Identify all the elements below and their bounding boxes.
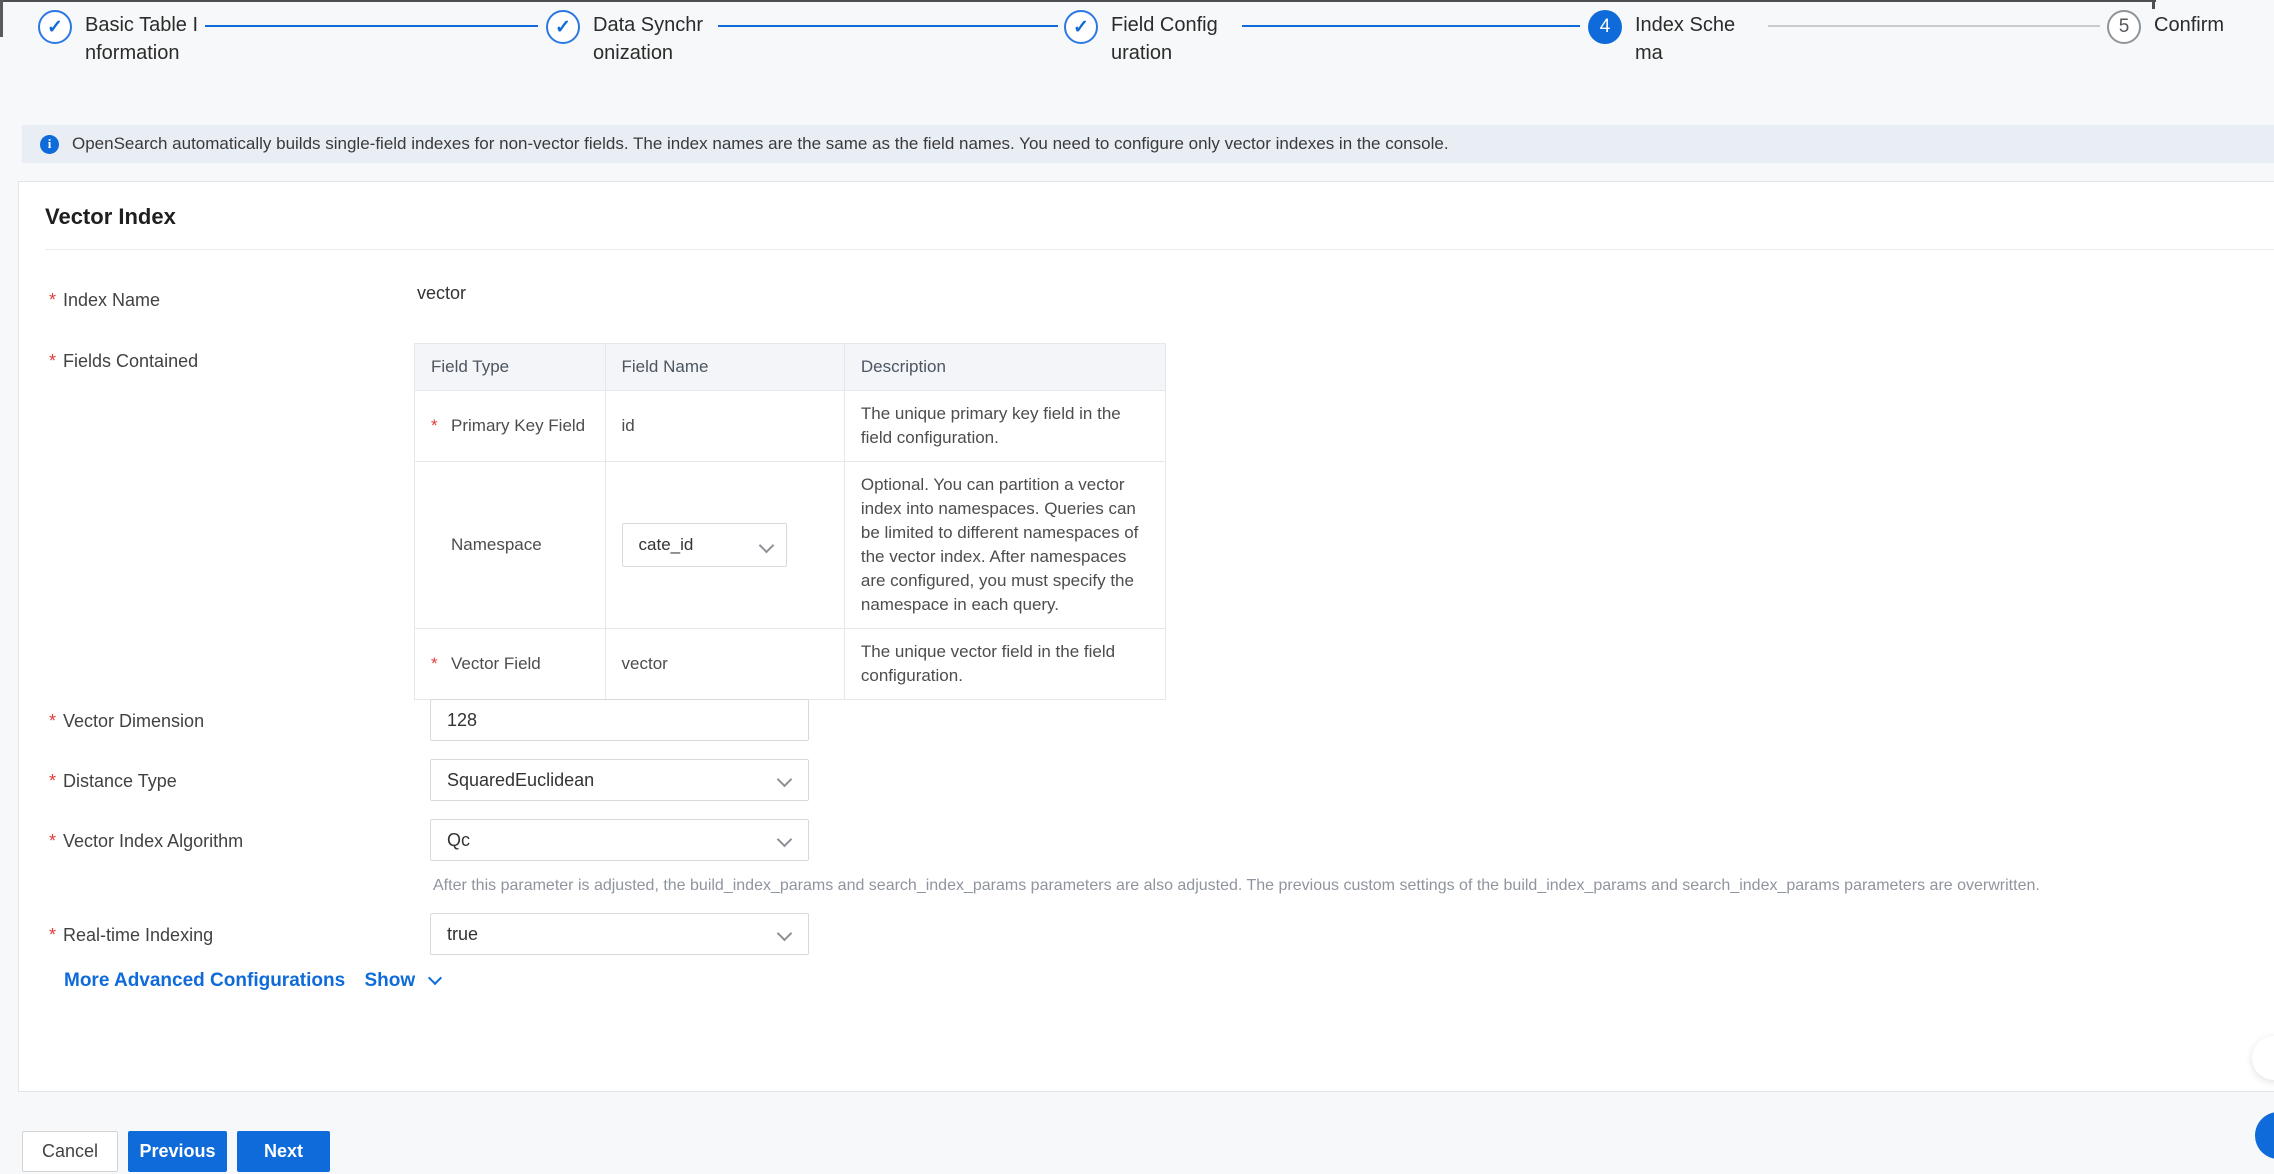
step-2-label: Data Synchronization — [593, 14, 704, 64]
col-header-field-name: Field Name — [604, 344, 844, 390]
previous-button[interactable]: Previous — [128, 1131, 227, 1172]
vector-index-algorithm-label: * Vector Index Algorithm — [49, 831, 244, 851]
description-cell: Optional. You can partition a vector ind… — [843, 462, 1165, 628]
namespace-select-value: cate_id — [638, 535, 694, 554]
step-1-label: Basic Table Information — [85, 14, 199, 64]
table-row-namespace: Namespace cate_id Optional. You can part… — [415, 461, 1165, 628]
vector-index-algorithm-value: Qc — [447, 829, 471, 850]
field-type-cell: * Vector Field — [431, 654, 541, 673]
realtime-indexing-select[interactable]: true — [430, 913, 809, 955]
distance-type-select[interactable]: SquaredEuclidean — [430, 759, 809, 801]
info-banner: i OpenSearch automatically builds single… — [22, 125, 2274, 163]
vector-index-algorithm-select[interactable]: Qc — [430, 819, 809, 861]
vector-index-panel: Vector Index * Index Name vector * Fields … — [18, 181, 2274, 1092]
realtime-indexing-value: true — [447, 923, 479, 944]
chevron-down-icon — [776, 925, 793, 942]
chevron-down-icon — [758, 537, 774, 554]
step-connector — [205, 25, 538, 27]
distance-type-value: SquaredEuclidean — [447, 769, 595, 790]
vector-dimension-label: * Vector Dimension — [49, 711, 205, 731]
chevron-down-icon — [428, 970, 443, 986]
field-name-cell: cate_id — [604, 462, 844, 628]
chevron-down-icon — [776, 831, 793, 848]
page: ✓ Basic Table Information ✓ Data Synchro… — [0, 0, 2274, 1174]
field-type-cell: Namespace — [451, 535, 542, 554]
vector-dimension-input[interactable] — [430, 699, 809, 741]
required-marker: * — [49, 351, 57, 371]
next-button[interactable]: Next — [237, 1131, 330, 1172]
step-1-circle: ✓ — [38, 10, 72, 44]
step-5-number: 5 — [2118, 16, 2130, 37]
table-row-vector-field: * Vector Field vector The unique vector … — [415, 628, 1165, 699]
divider — [45, 249, 2274, 250]
step-connector — [718, 25, 1058, 27]
step-connector — [1242, 25, 1580, 27]
fields-contained-label: * Fields Contained — [49, 351, 199, 371]
panel-title: Vector Index — [45, 204, 176, 229]
help-floating-button[interactable] — [2255, 1112, 2274, 1159]
fields-table: Field Type Field Name Description * Prim… — [414, 343, 1166, 700]
step-4-circle: 4 — [1588, 10, 1622, 44]
description-cell: The unique vector field in the field con… — [843, 629, 1165, 699]
namespace-select[interactable]: cate_id — [621, 523, 787, 567]
info-banner-text: OpenSearch automatically builds single-f… — [72, 134, 1449, 153]
table-row-primary-key: * Primary Key Field id The unique primar… — [415, 390, 1165, 461]
chevron-down-icon — [776, 771, 793, 788]
wizard-stepper: ✓ Basic Table Information ✓ Data Synchro… — [0, 0, 2274, 95]
required-marker: * — [49, 831, 57, 851]
step-2-circle: ✓ — [546, 10, 580, 44]
check-icon: ✓ — [555, 16, 571, 38]
check-icon: ✓ — [1073, 16, 1089, 38]
field-type-cell: * Primary Key Field — [431, 416, 586, 435]
cancel-button[interactable]: Cancel — [22, 1131, 118, 1172]
check-icon: ✓ — [47, 16, 63, 38]
required-marker: * — [49, 925, 57, 945]
step-3-circle: ✓ — [1064, 10, 1098, 44]
more-advanced-configurations-label: More Advanced Configurations — [64, 970, 346, 991]
field-name-cell: vector — [604, 629, 844, 699]
step-connector — [1768, 25, 2100, 27]
show-toggle[interactable]: Show — [364, 970, 415, 991]
index-name-label: * Index Name — [49, 290, 161, 310]
step-4-label: Index Schema — [1635, 14, 1736, 64]
required-marker: * — [49, 711, 57, 731]
algorithm-note: After this parameter is adjusted, the bu… — [433, 877, 2040, 894]
info-icon: i — [40, 134, 59, 154]
field-name-cell: id — [604, 391, 844, 461]
required-marker: * — [431, 416, 438, 435]
col-header-description: Description — [843, 344, 1165, 390]
step-3-label: Field Configuration — [1111, 14, 1218, 64]
required-marker: * — [49, 771, 57, 791]
col-header-field-type: Field Type — [431, 357, 510, 376]
fields-table-header: Field Type Field Name Description — [415, 344, 1165, 390]
required-marker: * — [431, 654, 438, 673]
distance-type-label: * Distance Type — [49, 771, 177, 791]
step-4-number: 4 — [1599, 16, 1611, 37]
step-5-circle: 5 — [2107, 10, 2141, 44]
step-5-label: Confirm — [2154, 14, 2225, 36]
description-cell: The unique primary key field in the fiel… — [843, 391, 1165, 461]
realtime-indexing-label: * Real-time Indexing — [49, 925, 214, 945]
more-advanced-configurations-link[interactable]: More Advanced Configurations Show — [64, 970, 443, 992]
required-marker: * — [49, 290, 57, 310]
index-name-value: vector — [417, 283, 467, 303]
